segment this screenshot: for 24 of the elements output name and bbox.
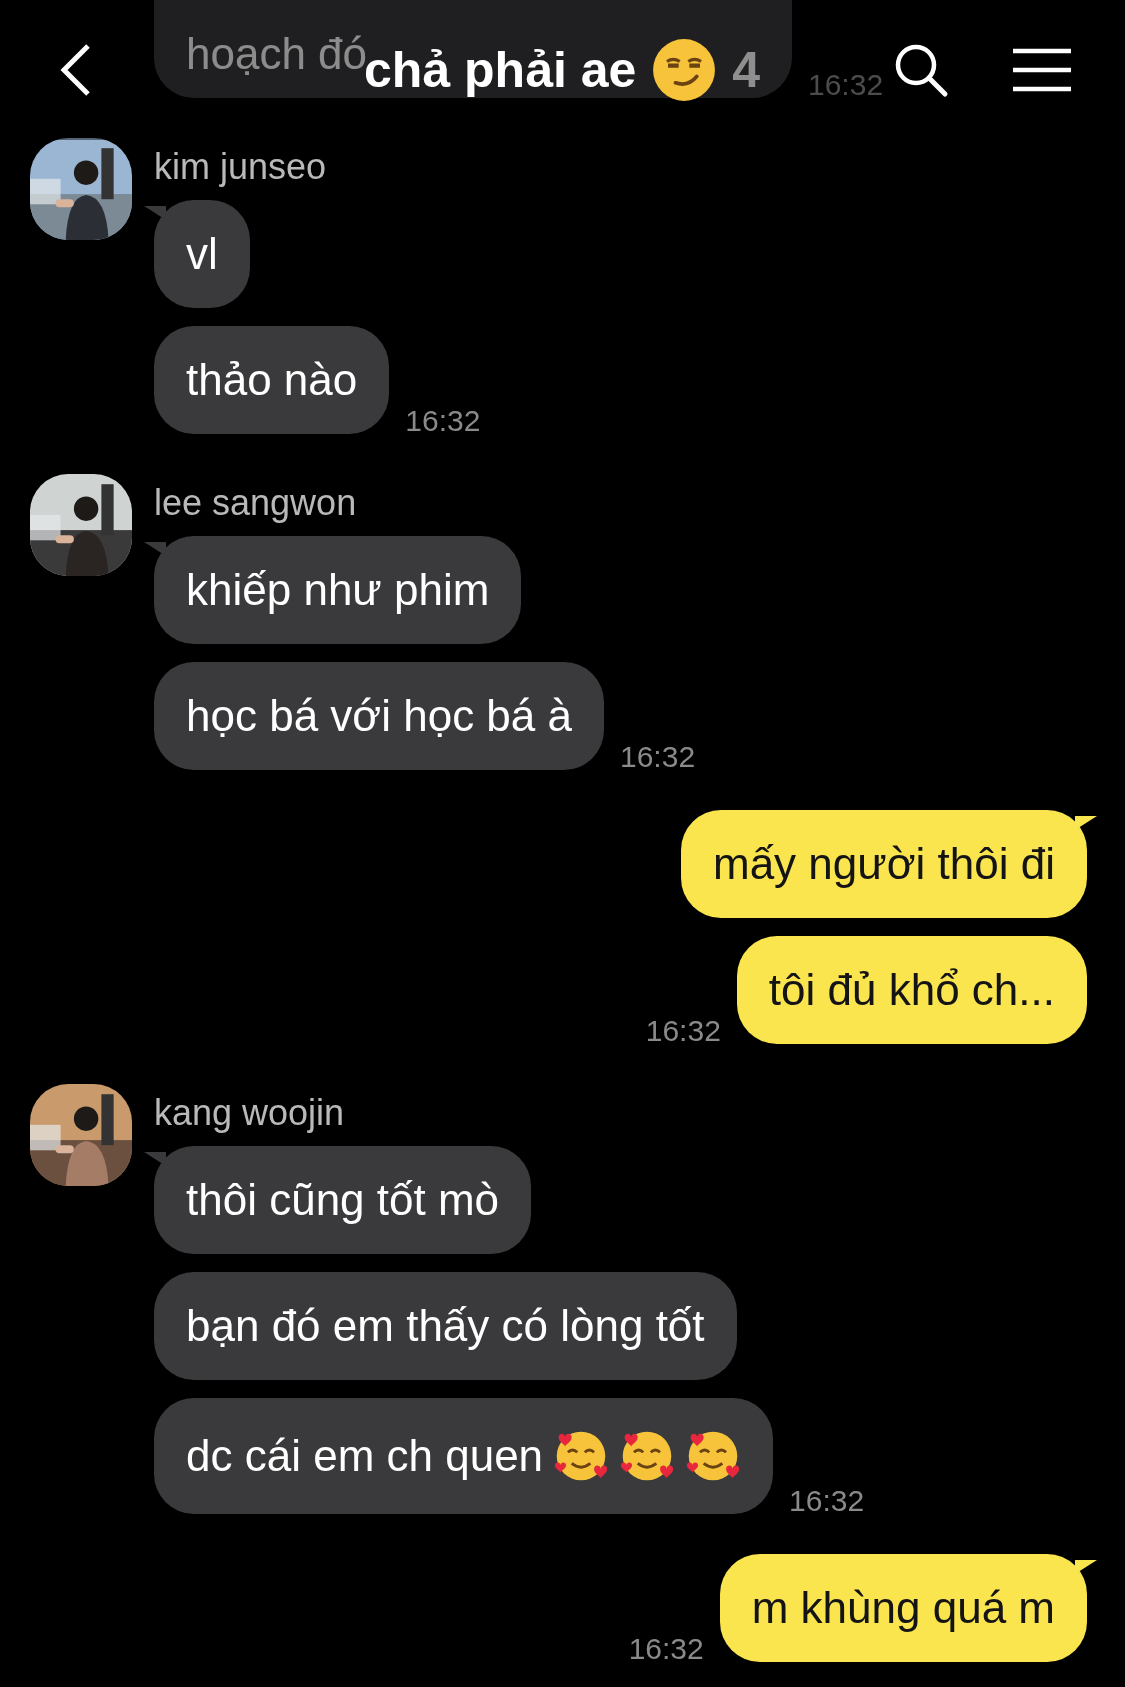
back-button[interactable]	[58, 42, 92, 98]
message-bubble: dc cái em ch quen	[144, 1398, 774, 1514]
message-time: 16:32	[405, 404, 481, 438]
message-bubble: vl	[144, 200, 250, 308]
sender-name: lee sangwon	[154, 482, 357, 524]
message-bubble: thảo nào	[144, 326, 390, 434]
message-bubble: mấy người thôi đi	[681, 810, 1097, 918]
search-button[interactable]	[893, 42, 949, 98]
message-time: 16:32	[645, 1014, 721, 1048]
sender-name: kang woojin	[154, 1092, 345, 1134]
message-time: 16:32	[789, 1484, 865, 1518]
message-time: 16:32	[628, 1632, 704, 1666]
message-time: 16:32	[808, 68, 884, 102]
member-count: 4	[732, 41, 761, 99]
message-bubble: tôi đủ khổ ch...	[736, 936, 1097, 1044]
message-bubble: khiếp như phim	[144, 536, 522, 644]
message-bubble: m khùng quá m	[719, 1554, 1097, 1662]
sender-name: kim junseo	[154, 146, 327, 188]
message-bubble: bạn đó em thấy có lòng tốt	[144, 1272, 737, 1380]
message-bubble: học bá với học bá à	[144, 662, 604, 770]
message-bubble: thôi cũng tốt mò	[144, 1146, 532, 1254]
menu-button[interactable]	[1011, 47, 1073, 93]
message-time: 16:32	[620, 740, 696, 774]
chat-title: chả phải ae	[364, 42, 637, 99]
